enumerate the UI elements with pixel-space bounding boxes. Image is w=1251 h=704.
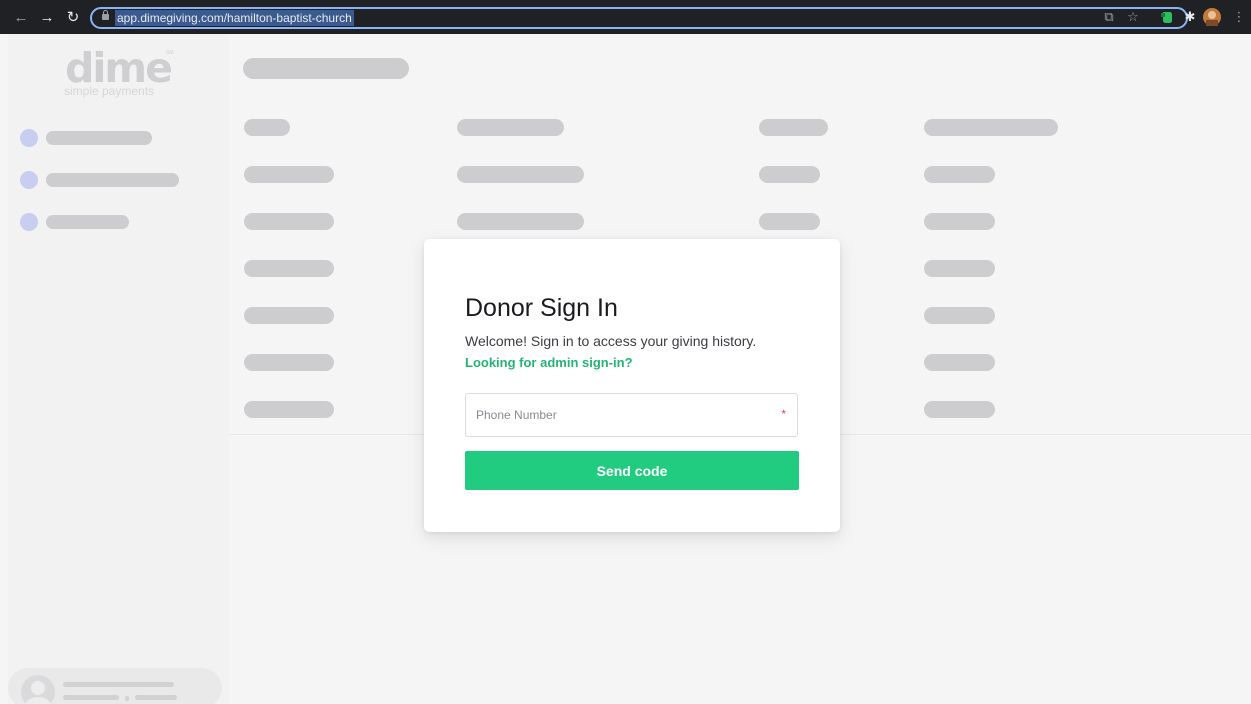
required-marker: * <box>781 407 786 421</box>
user-profile-card <box>8 668 222 704</box>
modal-subtitle: Welcome! Sign in to access your giving h… <box>465 333 757 349</box>
skeleton-cell <box>924 166 995 183</box>
skeleton-cell <box>457 213 584 230</box>
lock-icon <box>102 10 109 20</box>
skeleton-bar <box>46 131 152 145</box>
phone-number-field[interactable]: * <box>465 393 798 437</box>
nav-dot-icon <box>20 129 38 147</box>
skeleton-bar <box>63 682 174 687</box>
skeleton-column-header <box>457 119 564 136</box>
skeleton-cell <box>924 307 995 324</box>
logo-tagline: simple payments <box>64 84 155 98</box>
share-icon[interactable]: ⧉ <box>1100 8 1118 26</box>
skeleton-column-header <box>244 119 290 136</box>
nav-dot-icon <box>20 171 38 189</box>
skeleton-cell <box>244 260 334 277</box>
sidebar: dime SM simple payments <box>8 34 229 704</box>
skeleton-cell <box>924 260 995 277</box>
forward-button[interactable]: → <box>36 0 58 34</box>
skeleton-cell <box>244 401 334 418</box>
logo-trademark: SM <box>166 50 174 56</box>
browser-toolbar: ← → ↻ app.dimegiving.com/hamilton-baptis… <box>0 0 1251 34</box>
skeleton-page-title <box>243 58 409 79</box>
skeleton-cell <box>457 166 584 183</box>
profile-avatar-icon[interactable] <box>1203 8 1221 26</box>
skeleton-cell <box>244 213 334 230</box>
skeleton-cell <box>924 401 995 418</box>
skeleton-cell <box>244 307 334 324</box>
skeleton-bar <box>63 695 119 700</box>
skeleton-cell <box>759 166 820 183</box>
user-avatar-icon <box>21 675 55 704</box>
browser-menu-icon[interactable]: ⋮ <box>1230 8 1248 26</box>
skeleton-cell <box>924 354 995 371</box>
modal-title: Donor Sign In <box>465 294 618 322</box>
skeleton-column-header <box>759 119 828 136</box>
bookmark-star-icon[interactable]: ☆ <box>1124 8 1142 26</box>
reload-icon: ↻ <box>66 9 80 26</box>
phone-number-input[interactable] <box>466 394 786 436</box>
admin-sign-in-link[interactable]: Looking for admin sign-in? <box>465 355 633 370</box>
back-arrow-icon: ← <box>13 8 29 26</box>
forward-arrow-icon: → <box>39 8 55 26</box>
skeleton-bar <box>135 695 177 700</box>
skeleton-cell <box>244 166 334 183</box>
nav-dot-icon <box>20 213 38 231</box>
skeleton-column-header <box>924 119 1058 136</box>
skeleton-dot <box>125 696 129 701</box>
skeleton-cell <box>244 354 334 371</box>
evernote-extension-icon[interactable] <box>1158 8 1176 26</box>
skeleton-cell <box>924 213 995 230</box>
url-text[interactable]: app.dimegiving.com/hamilton-baptist-chur… <box>115 10 354 26</box>
address-bar[interactable]: app.dimegiving.com/hamilton-baptist-chur… <box>90 7 1188 29</box>
skeleton-bar <box>46 173 179 187</box>
extensions-puzzle-icon[interactable]: ✱ <box>1181 8 1199 26</box>
donor-sign-in-modal: Donor Sign In Welcome! Sign in to access… <box>424 239 840 532</box>
send-code-button[interactable]: Send code <box>465 451 799 490</box>
skeleton-bar <box>46 215 129 229</box>
back-button[interactable]: ← <box>10 0 32 34</box>
skeleton-cell <box>759 213 820 230</box>
reload-button[interactable]: ↻ <box>62 0 84 34</box>
